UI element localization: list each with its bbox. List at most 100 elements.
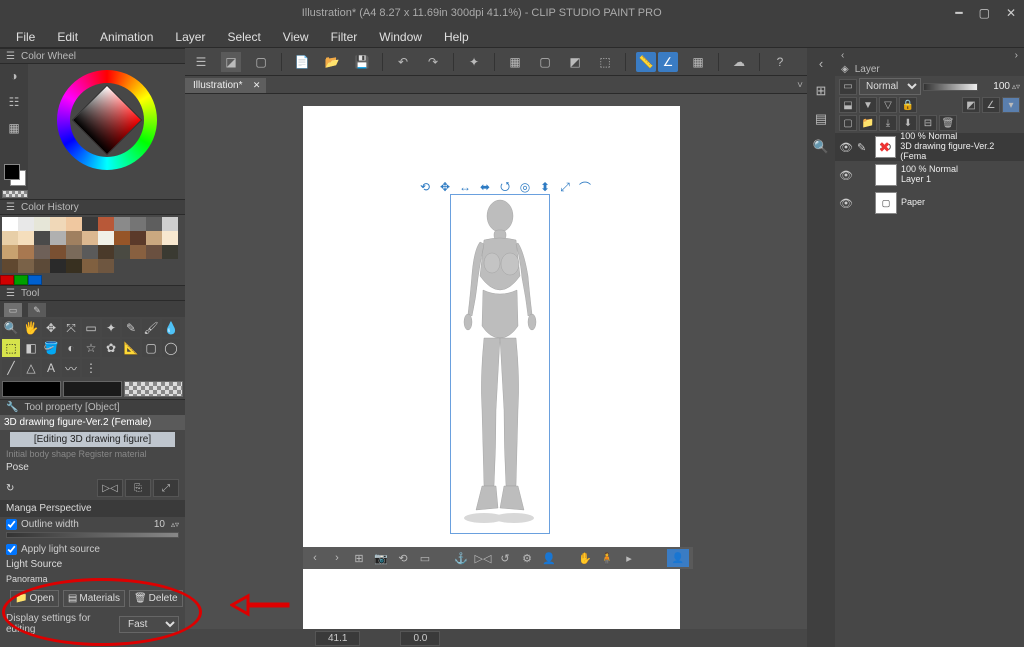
foreground-color-bar[interactable] (2, 381, 61, 397)
swatch[interactable] (162, 245, 178, 259)
swatch[interactable] (146, 245, 162, 259)
correct-line-tool[interactable]: 〰 (62, 359, 80, 377)
swatch[interactable] (114, 245, 130, 259)
redo-icon[interactable]: ↷ (423, 52, 443, 72)
object-move-icon[interactable]: ⬌ (477, 179, 493, 195)
swatch[interactable] (66, 231, 82, 245)
background-color-bar[interactable] (63, 381, 122, 397)
panel-menu-icon[interactable]: ☰ (6, 51, 15, 62)
eyedropper-tool[interactable]: 💧 (162, 319, 180, 337)
merge-icon[interactable]: ⬇ (899, 115, 917, 131)
object-scale-icon[interactable]: ⤢ (557, 179, 573, 195)
hand-pose-icon[interactable]: ✋ (577, 550, 593, 566)
new-folder-icon[interactable]: 📁 (859, 115, 877, 131)
eye-icon[interactable]: 👁 (839, 197, 853, 210)
layer-move-tool[interactable]: ⤧ (62, 319, 80, 337)
nav-left-icon[interactable]: ‹ (812, 54, 830, 72)
auto-select-tool[interactable]: ✦ (102, 319, 120, 337)
menu-select[interactable]: Select (217, 28, 270, 46)
blend-mode-select[interactable]: Normal (859, 78, 921, 95)
body-shape-icon[interactable]: 👤 (541, 550, 557, 566)
snap-grid-icon[interactable]: ▦ (688, 52, 708, 72)
layer-item-3d[interactable]: 👁 ✎ 3D 100 % Normal 3D drawing figure-Ve… (835, 133, 1024, 161)
pose-material-icon[interactable]: ⚙ (519, 550, 535, 566)
swatch[interactable] (130, 245, 146, 259)
subtool-tab-2[interactable]: ✎ (28, 303, 46, 317)
menu-file[interactable]: File (6, 28, 45, 46)
outline-width-value[interactable]: 10 (154, 519, 165, 530)
operation-tool[interactable]: ✥ (42, 319, 60, 337)
outline-width-stepper[interactable]: ▵▿ (171, 520, 179, 529)
display-settings-select[interactable]: Fast (119, 616, 179, 633)
new-file-icon[interactable]: 📄 (292, 52, 312, 72)
brush-tool[interactable]: 🖌 (142, 319, 160, 337)
opacity-slider[interactable] (923, 83, 978, 91)
manga-perspective-button[interactable]: Manga Perspective (6, 503, 92, 514)
fg-bg-swatch[interactable] (4, 164, 28, 188)
color-set-icon[interactable]: ▦ (6, 120, 22, 136)
transparent-swatch[interactable] (2, 190, 28, 198)
camera-angle-icon[interactable]: ⟲ (395, 550, 411, 566)
pose-reset-icon[interactable]: ↻ (6, 483, 26, 494)
zoom-field[interactable]: 41.1 (315, 631, 360, 646)
close-button[interactable]: ✕ (1006, 6, 1016, 20)
combine-icon[interactable]: ⊟ (919, 115, 937, 131)
swatch[interactable] (34, 231, 50, 245)
eraser-tool[interactable]: ◧ (22, 339, 40, 357)
blend-tool[interactable]: ☆ (82, 339, 100, 357)
swatch[interactable] (162, 231, 178, 245)
swatch[interactable] (98, 245, 114, 259)
prev-icon[interactable]: ‹ (307, 550, 323, 566)
swatch[interactable] (82, 245, 98, 259)
swatch[interactable] (2, 245, 18, 259)
swatch[interactable] (130, 231, 146, 245)
editing-3d-label[interactable]: [Editing 3D drawing figure] (10, 432, 175, 447)
register-pose-icon[interactable]: ▸ (621, 550, 637, 566)
swatch[interactable] (2, 217, 18, 231)
panorama-delete-button[interactable]: 🗑Delete (129, 590, 183, 607)
swatch[interactable] (18, 259, 34, 273)
mask-toggle-icon[interactable]: ◩ (962, 97, 980, 113)
snap-special-icon[interactable]: ∠ (658, 52, 678, 72)
swatch[interactable] (50, 231, 66, 245)
object-tool[interactable]: ⬚ (2, 339, 20, 357)
transparent-color-bar[interactable] (124, 381, 183, 397)
eye-icon[interactable]: 👁 (839, 141, 853, 154)
marquee-tool[interactable]: ▭ (82, 319, 100, 337)
swatch[interactable] (18, 217, 34, 231)
menu-animation[interactable]: Animation (90, 28, 163, 46)
swatch[interactable] (34, 245, 50, 259)
swatch[interactable] (18, 231, 34, 245)
reset-icon[interactable]: ↺ (497, 550, 513, 566)
color-wheel-icon[interactable]: ◑ (6, 68, 22, 84)
swatch[interactable] (114, 231, 130, 245)
outline-width-slider[interactable] (6, 532, 179, 538)
swatch[interactable] (66, 259, 82, 273)
menu-help[interactable]: Help (434, 28, 479, 46)
swatch[interactable] (146, 217, 162, 231)
camera-zoom-icon[interactable]: ↔ (457, 179, 473, 195)
accent-swatch[interactable] (28, 275, 42, 285)
panorama-open-button[interactable]: 📁Open (10, 590, 59, 607)
swatch[interactable] (34, 259, 50, 273)
panorama-materials-button[interactable]: ▤Materials (63, 590, 125, 607)
lock-icon[interactable]: 🔒 (899, 97, 917, 113)
swatch[interactable] (82, 231, 98, 245)
panel-menu-icon[interactable]: ☰ (6, 288, 15, 299)
cloud-icon[interactable]: ☁ (729, 52, 749, 72)
mask-icon[interactable]: ▼ (859, 97, 877, 113)
magnet-icon[interactable]: ⌒ (577, 179, 593, 195)
navigator-icon[interactable]: ⊞ (812, 82, 830, 100)
ruler-tool[interactable]: 📐 (122, 339, 140, 357)
next-icon[interactable]: › (329, 550, 345, 566)
decoration-tool[interactable]: ✿ (102, 339, 120, 357)
material-icon[interactable]: ▤ (812, 110, 830, 128)
layer-item-1[interactable]: 👁 100 % Normal Layer 1 (835, 161, 1024, 189)
help-icon[interactable]: ? (770, 52, 790, 72)
swatch[interactable] (50, 259, 66, 273)
save-icon[interactable]: 💾 (352, 52, 372, 72)
eye-icon[interactable]: 👁 (839, 169, 853, 182)
apply-light-checkbox[interactable] (6, 544, 17, 555)
line-tool[interactable]: ╱ (2, 359, 20, 377)
swatch-grid[interactable] (0, 215, 185, 275)
